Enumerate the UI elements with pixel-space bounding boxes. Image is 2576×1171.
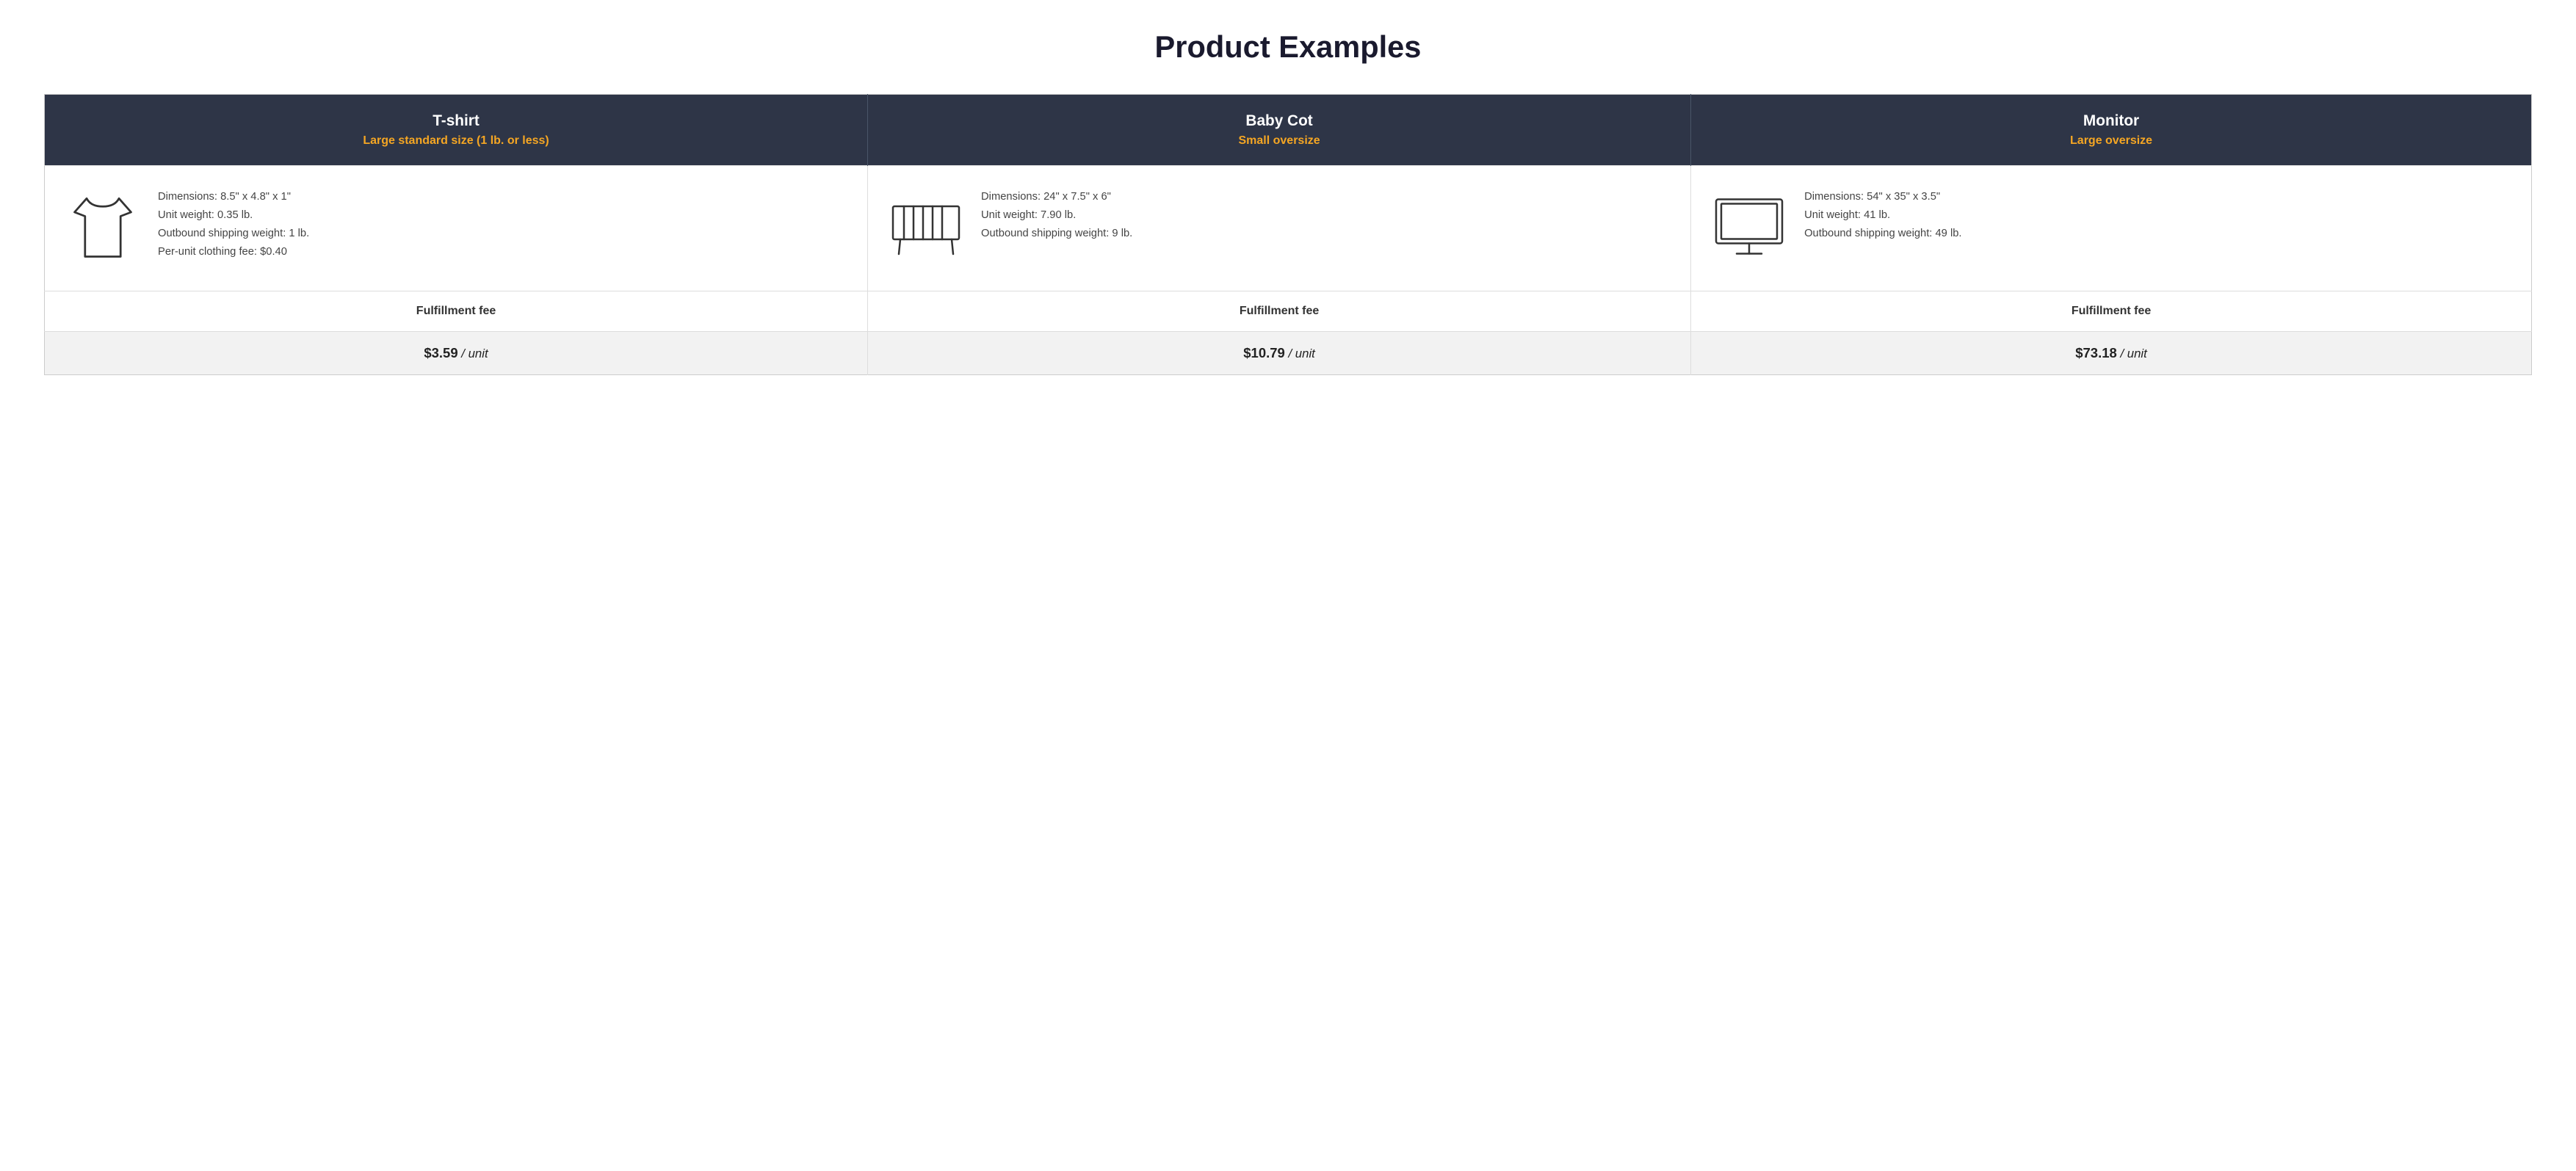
tshirt-unit-weight: Unit weight: 0.35 lb. (158, 209, 253, 221)
details-cell-babycot: Dimensions: 24" x 7.5" x 6" Unit weight:… (868, 166, 1691, 291)
details-row: Dimensions: 8.5" x 4.8" x 1" Unit weight… (45, 166, 2532, 291)
monitor-icon (1709, 188, 1790, 269)
product-name-monitor: Monitor (1703, 112, 2519, 130)
header-row: T-shirt Large standard size (1 lb. or le… (45, 95, 2532, 166)
fee-unit-tshirt: / unit (461, 347, 488, 360)
fee-amount-tshirt: $3.59 (424, 345, 457, 360)
details-cell-tshirt: Dimensions: 8.5" x 4.8" x 1" Unit weight… (45, 166, 868, 291)
fee-cell-babycot: $10.79 / unit (868, 332, 1691, 375)
babycot-outbound-weight: Outbound shipping weight: 9 lb. (981, 228, 1132, 239)
tshirt-icon (62, 188, 143, 269)
product-table: T-shirt Large standard size (1 lb. or le… (44, 94, 2532, 375)
tshirt-dimensions: Dimensions: 8.5" x 4.8" x 1" (158, 191, 291, 203)
product-category-babycot: Small oversize (880, 134, 1679, 148)
header-cell-tshirt: T-shirt Large standard size (1 lb. or le… (45, 95, 868, 166)
fee-cell-monitor: $73.18 / unit (1691, 332, 2532, 375)
fulfillment-label-babycot: Fulfillment fee (868, 291, 1691, 332)
fee-row: $3.59 / unit $10.79 / unit $73.18 / unit (45, 332, 2532, 375)
monitor-dimensions: Dimensions: 54" x 35" x 3.5" (1804, 191, 1940, 203)
header-cell-babycot: Baby Cot Small oversize (868, 95, 1691, 166)
babycot-unit-weight: Unit weight: 7.90 lb. (981, 209, 1076, 221)
product-name-babycot: Baby Cot (880, 112, 1679, 130)
page-title: Product Examples (44, 29, 2532, 65)
details-cell-monitor: Dimensions: 54" x 35" x 3.5" Unit weight… (1691, 166, 2532, 291)
fee-cell-tshirt: $3.59 / unit (45, 332, 868, 375)
fee-unit-babycot: / unit (1288, 347, 1314, 360)
babycot-details: Dimensions: 24" x 7.5" x 6" Unit weight:… (981, 188, 1132, 243)
header-cell-monitor: Monitor Large oversize (1691, 95, 2532, 166)
fulfillment-label-tshirt: Fulfillment fee (45, 291, 868, 332)
babycot-icon (886, 188, 966, 269)
fee-amount-babycot: $10.79 (1243, 345, 1285, 360)
fee-amount-monitor: $73.18 (2075, 345, 2117, 360)
tshirt-details: Dimensions: 8.5" x 4.8" x 1" Unit weight… (158, 188, 309, 261)
product-category-monitor: Large oversize (1703, 134, 2519, 148)
tshirt-extra: Per-unit clothing fee: $0.40 (158, 246, 287, 258)
tshirt-outbound-weight: Outbound shipping weight: 1 lb. (158, 228, 309, 239)
fulfillment-label-row: Fulfillment fee Fulfillment fee Fulfillm… (45, 291, 2532, 332)
monitor-outbound-weight: Outbound shipping weight: 49 lb. (1804, 228, 1961, 239)
product-category-tshirt: Large standard size (1 lb. or less) (57, 134, 855, 148)
monitor-unit-weight: Unit weight: 41 lb. (1804, 209, 1890, 221)
babycot-dimensions: Dimensions: 24" x 7.5" x 6" (981, 191, 1111, 203)
product-name-tshirt: T-shirt (57, 112, 855, 130)
fulfillment-label-monitor: Fulfillment fee (1691, 291, 2532, 332)
monitor-details: Dimensions: 54" x 35" x 3.5" Unit weight… (1804, 188, 1961, 243)
fee-unit-monitor: / unit (2120, 347, 2146, 360)
